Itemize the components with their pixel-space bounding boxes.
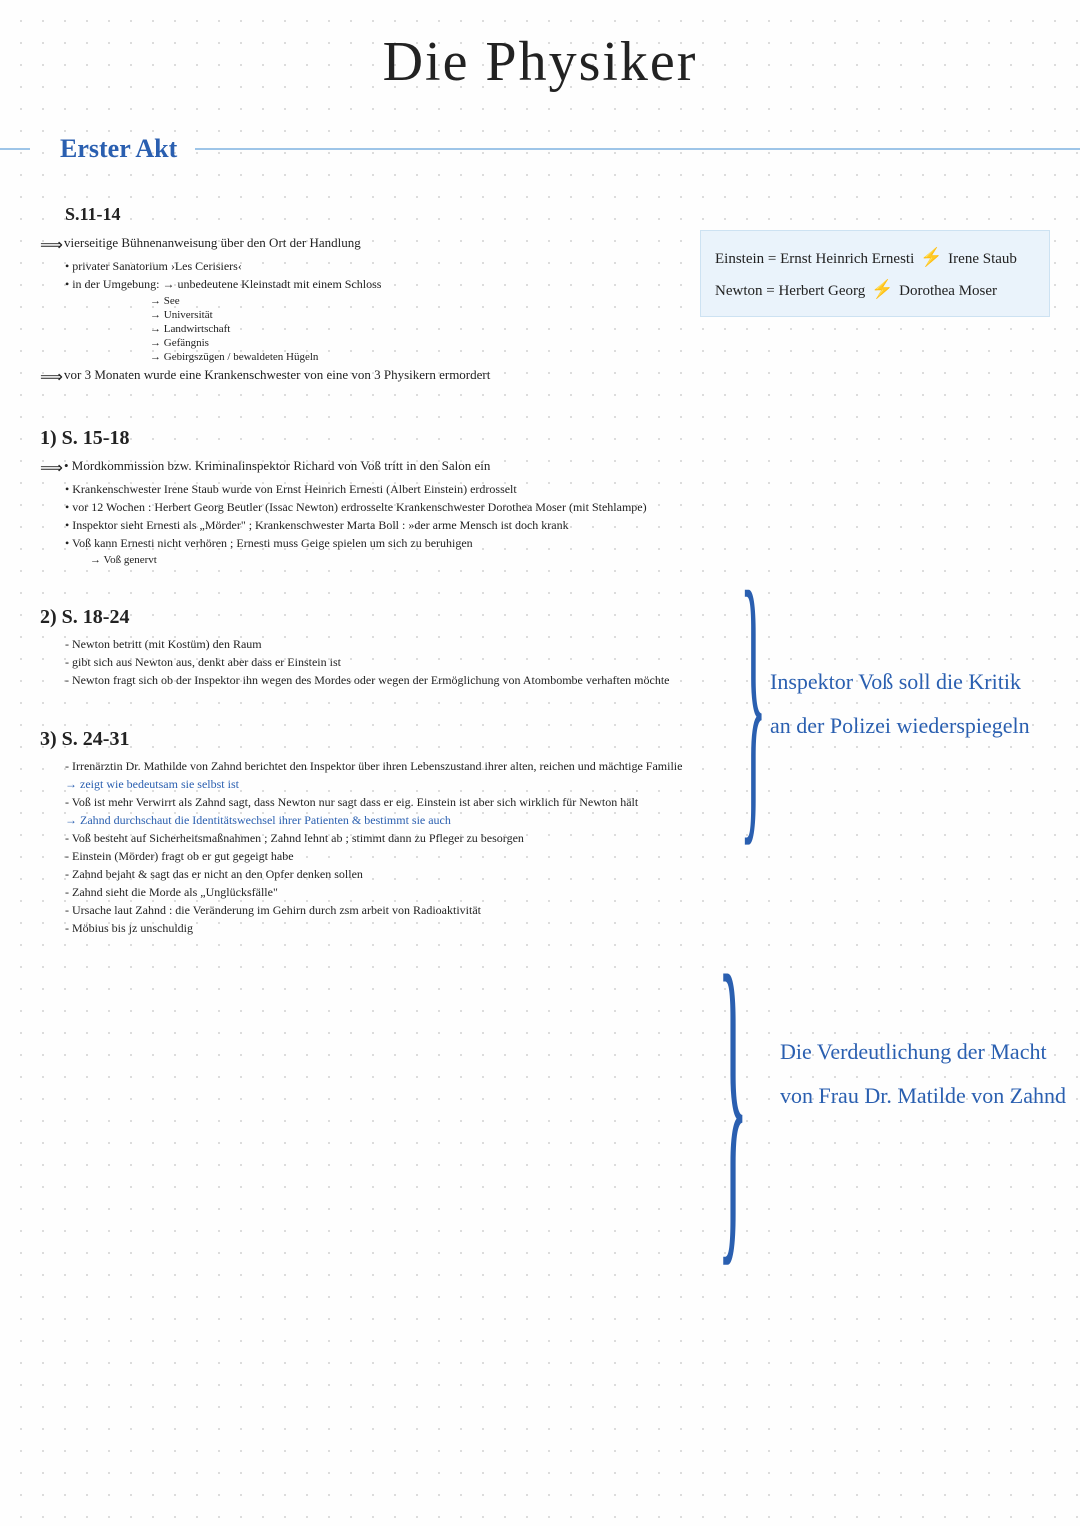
divider-left xyxy=(0,148,30,150)
text: an der Polizei wiederspiegeln xyxy=(770,704,1070,748)
note-line: ⟹ • Mordkommission bzw. Kriminalinspekto… xyxy=(40,458,730,478)
note-line: • Krankenschwester Irene Staub wurde von… xyxy=(65,482,730,497)
text: • Mordkommission bzw. Kriminalinspektor … xyxy=(64,458,490,474)
page-title: Die Physiker xyxy=(30,30,1050,94)
note-line: • vor 12 Wochen : Herbert Georg Beutler … xyxy=(65,500,730,515)
text: Einstein = Ernst Heinrich Ernesti xyxy=(715,251,914,267)
section-heading: 1) S. 15-18 xyxy=(40,427,730,450)
note-subline: → Universität xyxy=(150,309,730,321)
study-notes-page: Die Physiker Erster Akt Einstein = Ernst… xyxy=(0,0,1080,959)
section-3: 3) S. 24-31 - Irrenärztin Dr. Mathilde v… xyxy=(30,728,790,936)
section-heading: 2) S. 18-24 xyxy=(40,606,790,629)
text: vor 3 Monaten wurde eine Krankenschweste… xyxy=(64,367,490,383)
text: Inspektor Voß soll die Kritik xyxy=(770,660,1070,704)
section-heading: S.11-14 xyxy=(65,204,730,225)
note-line: → Zahnd durchschaut die Identitätswechse… xyxy=(65,813,790,828)
text: Dorothea Moser xyxy=(899,283,997,299)
lightning-icon: ⚡ xyxy=(871,273,893,305)
note-line: • privater Sanatorium ›Les Cerisiers‹ xyxy=(65,259,730,274)
note-subline: → Landwirtschaft xyxy=(150,323,730,335)
infobox-line: Newton = Herbert Georg ⚡ Dorothea Moser xyxy=(715,273,1035,305)
note-line: - Newton betritt (mit Kostüm) den Raum xyxy=(65,637,790,652)
section-2: 2) S. 18-24 - Newton betritt (mit Kostüm… xyxy=(30,606,790,688)
note-line: - gibt sich aus Newton aus, denkt aber d… xyxy=(65,655,790,670)
note-subline: → Gefängnis xyxy=(150,337,730,349)
section-intro: S.11-14 ⟹ vierseitige Bühnenanweisung üb… xyxy=(30,204,730,387)
divider-right xyxy=(195,148,1080,150)
note-subline: → Gebirgszügen / bewaldeten Hügeln xyxy=(150,351,730,363)
side-annotation: Inspektor Voß soll die Kritik an der Pol… xyxy=(770,660,1070,748)
brace-icon: } xyxy=(718,924,749,1276)
note-line: - Voß besteht auf Sicherheitsmaßnahmen ;… xyxy=(65,831,790,846)
note-line: • Voß kann Ernesti nicht verhören ; Erne… xyxy=(65,536,730,551)
note-line: - Irrenärztin Dr. Mathilde von Zahnd ber… xyxy=(65,759,790,774)
text: von Frau Dr. Matilde von Zahnd xyxy=(780,1074,1080,1118)
text: Irene Staub xyxy=(948,251,1017,267)
note-line: → zeigt wie bedeutsam sie selbst ist xyxy=(65,777,790,792)
note-subline: → See xyxy=(150,295,730,307)
note-line: - Einstein (Mörder) fragt ob er gut gege… xyxy=(65,849,790,864)
note-line: ⟹ vor 3 Monaten wurde eine Krankenschwes… xyxy=(40,367,730,387)
side-annotation: Die Verdeutlichung der Macht von Frau Dr… xyxy=(780,1030,1080,1118)
arrow-icon: ⟹ xyxy=(40,458,64,478)
note-line: - Möbius bis jz unschuldig xyxy=(65,921,790,936)
text: vierseitige Bühnenanweisung über den Ort… xyxy=(64,235,361,251)
section-1: 1) S. 15-18 ⟹ • Mordkommission bzw. Krim… xyxy=(30,427,730,566)
note-line: - Zahnd bejaht & sagt das er nicht an de… xyxy=(65,867,790,882)
character-infobox: Einstein = Ernst Heinrich Ernesti ⚡ Iren… xyxy=(700,230,1050,317)
note-line: - Ursache laut Zahnd : die Veränderung i… xyxy=(65,903,790,918)
text: Die Verdeutlichung der Macht xyxy=(780,1030,1080,1074)
infobox-line: Einstein = Ernst Heinrich Ernesti ⚡ Iren… xyxy=(715,241,1035,273)
brace-icon: } xyxy=(739,546,766,854)
section-heading: 3) S. 24-31 xyxy=(40,728,790,751)
note-line: - Voß ist mehr Verwirrt als Zahnd sagt, … xyxy=(65,795,790,810)
arrow-icon: ⟹ xyxy=(40,235,64,255)
note-line: ⟹ vierseitige Bühnenanweisung über den O… xyxy=(40,235,730,255)
lightning-icon: ⚡ xyxy=(920,241,942,273)
note-line: • Inspektor sieht Ernesti als „Mörder" ;… xyxy=(65,518,730,533)
note-line: - Zahnd sieht die Morde als „Unglücksfäl… xyxy=(65,885,790,900)
note-line: - Newton fragt sich ob der Inspektor ihn… xyxy=(65,673,790,688)
note-subline: → Voß genervt xyxy=(90,554,730,566)
text: Newton = Herbert Georg xyxy=(715,283,865,299)
note-line: • in der Umgebung: → unbedeutene Kleinst… xyxy=(65,277,730,292)
arrow-icon: ⟹ xyxy=(40,367,64,387)
